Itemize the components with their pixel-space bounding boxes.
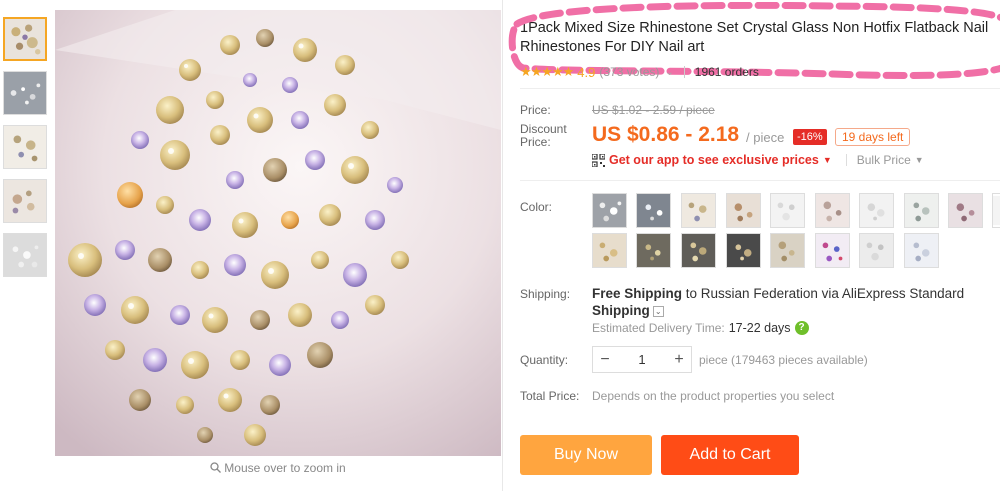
discounted-price: US $0.86 - 2.18 <box>592 123 740 146</box>
shipping-word: Shipping <box>592 303 650 318</box>
discount-badge: -16% <box>793 129 827 145</box>
color-swatch[interactable] <box>904 193 939 228</box>
total-price-value: Depends on the product properties you se… <box>592 389 835 403</box>
thumbnail-2[interactable] <box>3 71 47 115</box>
quantity-stepper: − + <box>592 346 692 373</box>
orders-count: 1961 orders <box>694 65 759 79</box>
color-swatch[interactable] <box>726 193 761 228</box>
magnifier-icon <box>210 462 222 476</box>
color-swatch[interactable] <box>904 233 939 268</box>
product-title: 1Pack Mixed Size Rhinestone Set Crystal … <box>520 20 989 55</box>
caret-down-icon[interactable]: ▼ <box>823 155 832 165</box>
app-offer-row: Get our app to see exclusive prices ▼ Bu… <box>592 153 924 167</box>
thumbnail-strip <box>3 17 49 287</box>
color-swatch[interactable] <box>636 193 671 228</box>
color-label: Color: <box>520 200 553 214</box>
bulk-price-link[interactable]: Bulk Price <box>857 153 911 167</box>
color-swatch[interactable] <box>681 193 716 228</box>
buy-now-button[interactable]: Buy Now <box>520 435 652 475</box>
delivery-days: 17-22 days <box>728 321 791 335</box>
decrease-button[interactable]: − <box>593 351 617 369</box>
quantity-available: piece (179463 pieces available) <box>699 353 868 367</box>
color-swatch[interactable] <box>992 193 1000 228</box>
thumbnail-4[interactable] <box>3 179 47 223</box>
increase-button[interactable]: + <box>667 351 691 369</box>
votes-link[interactable]: (373 votes) <box>599 65 659 79</box>
color-swatch[interactable] <box>770 193 805 228</box>
quantity-label: Quantity: <box>520 353 569 367</box>
color-swatch[interactable] <box>815 193 850 228</box>
app-offer-link[interactable]: Get our app to see exclusive prices <box>609 153 819 167</box>
color-swatch[interactable] <box>770 233 805 268</box>
zoom-hint: Mouse over to zoom in <box>55 461 501 476</box>
qr-code-icon <box>592 153 605 167</box>
thumbnail-3[interactable] <box>3 125 47 169</box>
price-unit: / piece <box>746 130 785 145</box>
color-swatch[interactable] <box>681 233 716 268</box>
price-label: Price: <box>520 103 551 117</box>
shipping-info: Free Shipping to Russian Federation via … <box>592 285 1000 319</box>
chevron-down-icon[interactable]: ⌄ <box>665 67 673 78</box>
thumbnail-1[interactable] <box>3 17 47 61</box>
rating-value: 4.9 <box>577 64 596 80</box>
discount-price-label: Discount Price: <box>520 123 567 149</box>
discount-label-line2: Price: <box>520 135 551 149</box>
color-swatch[interactable] <box>592 193 627 228</box>
divider <box>520 180 1000 181</box>
color-swatch[interactable] <box>726 233 761 268</box>
thumbnail-5[interactable] <box>3 233 47 277</box>
divider <box>520 88 1000 89</box>
star-rating-icon: ★★★★★ <box>520 64 574 79</box>
original-price: US $1.02 - 2.59 / piece <box>592 103 715 117</box>
shipping-destination[interactable]: to Russian Federation via AliExpress Sta… <box>686 286 964 301</box>
delivery-label: Estimated Delivery Time: <box>592 321 725 335</box>
add-to-cart-button[interactable]: Add to Cart <box>661 435 799 475</box>
days-left-badge: 19 days left <box>835 128 911 146</box>
main-product-image[interactable] <box>55 10 501 456</box>
shipping-label: Shipping: <box>520 287 571 301</box>
total-price-label: Total Price: <box>520 389 580 403</box>
color-swatch[interactable] <box>859 193 894 228</box>
divider <box>683 66 685 78</box>
color-swatch[interactable] <box>859 233 894 268</box>
color-swatch[interactable] <box>592 233 627 268</box>
color-swatch[interactable] <box>948 193 983 228</box>
quantity-input[interactable] <box>617 352 667 367</box>
color-swatch[interactable] <box>636 233 671 268</box>
caret-down-icon[interactable]: ▼ <box>915 155 924 165</box>
divider <box>845 154 847 166</box>
zoom-hint-text: Mouse over to zoom in <box>224 461 346 475</box>
free-shipping: Free Shipping <box>592 286 683 301</box>
help-icon[interactable]: ? <box>794 321 809 335</box>
delivery-estimate: Estimated Delivery Time: 17-22 days ? <box>592 321 809 335</box>
column-divider <box>502 0 503 491</box>
rating-row: ★★★★★ 4.9 (373 votes) ⌄ 1961 orders <box>520 64 759 80</box>
chevron-down-icon[interactable]: ⌄ <box>652 305 664 317</box>
color-swatch[interactable] <box>815 233 850 268</box>
